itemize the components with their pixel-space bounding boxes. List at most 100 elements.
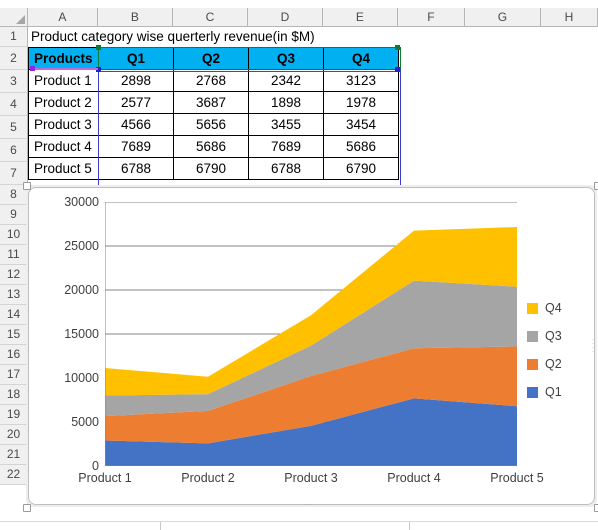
cell-product-name[interactable]: Product 4	[29, 136, 99, 158]
row-header-13[interactable]: 13	[0, 285, 28, 305]
y-axis-label: 30000	[64, 195, 99, 209]
cell-a1-title[interactable]: Product category wise querterly revenue(…	[28, 27, 448, 47]
y-axis-label: 15000	[64, 327, 99, 341]
y-axis-tick-labels: 050001000015000200002500030000	[29, 202, 99, 466]
cell-value[interactable]: 6790	[174, 158, 249, 180]
column-header-b[interactable]: B	[98, 8, 173, 27]
legend-swatch-icon	[527, 331, 538, 342]
cell-product-name[interactable]: Product 1	[29, 70, 99, 92]
cell-product-name[interactable]: Product 2	[29, 92, 99, 114]
plot-area	[105, 202, 517, 466]
cell-value[interactable]: 2768	[174, 70, 249, 92]
select-all-corner[interactable]	[0, 8, 28, 27]
x-axis-label: Product 4	[387, 471, 441, 485]
cell-value[interactable]: 3687	[174, 92, 249, 114]
row-header-6[interactable]: 6	[0, 139, 28, 162]
cell-product-name[interactable]: Product 5	[29, 158, 99, 180]
row-header-7[interactable]: 7	[0, 162, 28, 185]
cell-value[interactable]: 7689	[249, 136, 324, 158]
cell-value[interactable]: 2898	[99, 70, 174, 92]
y-axis-label: 10000	[64, 371, 99, 385]
row-header-8[interactable]: 8	[0, 185, 28, 205]
row-header-3[interactable]: 3	[0, 70, 28, 93]
legend-item-q3[interactable]: Q3	[527, 322, 589, 350]
area-chart-object[interactable]: 050001000015000200002500030000 Product 1…	[28, 187, 595, 505]
select-all-triangle-icon	[16, 15, 25, 24]
legend-item-q1[interactable]: Q1	[527, 378, 589, 406]
table-row: Product 34566565634553454	[29, 114, 399, 136]
stacked-area-svg	[105, 202, 517, 466]
table-header-products[interactable]: Products	[29, 48, 99, 70]
chart-legend[interactable]: Q4 Q3 Q2 Q1	[527, 294, 589, 406]
table-header-q1[interactable]: Q1	[99, 48, 174, 70]
row-header-2[interactable]: 2	[0, 47, 28, 70]
x-axis-label: Product 3	[284, 471, 338, 485]
legend-label: Q3	[545, 329, 562, 343]
cell-value[interactable]: 5686	[174, 136, 249, 158]
cell-product-name[interactable]: Product 3	[29, 114, 99, 136]
row-header-18[interactable]: 18	[0, 385, 28, 405]
row-header-21[interactable]: 21	[0, 445, 28, 465]
cell-value[interactable]: 5686	[324, 136, 399, 158]
cell-value[interactable]: 3123	[324, 70, 399, 92]
row-header-15[interactable]: 15	[0, 325, 28, 345]
table-header-q4[interactable]: Q4	[324, 48, 399, 70]
table-header-q2[interactable]: Q2	[174, 48, 249, 70]
column-header-bar: ABCDEFGH	[0, 8, 598, 27]
column-header-c[interactable]: C	[173, 8, 248, 27]
row-header-5[interactable]: 5	[0, 116, 28, 139]
legend-item-q4[interactable]: Q4	[527, 294, 589, 322]
row-header-14[interactable]: 14	[0, 305, 28, 325]
table-row: Product 12898276823423123	[29, 70, 399, 92]
row-header-12[interactable]: 12	[0, 265, 28, 285]
sheet-tab-strip	[0, 521, 598, 530]
column-header-f[interactable]: F	[398, 8, 465, 27]
cell-value[interactable]: 5656	[174, 114, 249, 136]
y-axis-label: 5000	[71, 415, 99, 429]
column-header-e[interactable]: E	[323, 8, 398, 27]
cell-value[interactable]: 3454	[324, 114, 399, 136]
row-header-19[interactable]: 19	[0, 405, 28, 425]
legend-swatch-icon	[527, 359, 538, 370]
cell-value[interactable]: 7689	[99, 136, 174, 158]
y-axis-label: 25000	[64, 239, 99, 253]
x-axis-tick-labels: Product 1Product 2Product 3Product 4Prod…	[105, 471, 517, 489]
row-header-9[interactable]: 9	[0, 205, 28, 225]
row-header-4[interactable]: 4	[0, 93, 28, 116]
x-axis-label: Product 5	[490, 471, 544, 485]
row-header-22[interactable]: 22	[0, 465, 28, 485]
row-header-10[interactable]: 10	[0, 225, 28, 245]
legend-label: Q1	[545, 385, 562, 399]
legend-swatch-icon	[527, 387, 538, 398]
cell-value[interactable]: 4566	[99, 114, 174, 136]
row-header-16[interactable]: 16	[0, 345, 28, 365]
x-axis-label: Product 2	[181, 471, 235, 485]
legend-label: Q2	[545, 357, 562, 371]
table-header-q3[interactable]: Q3	[249, 48, 324, 70]
cell-value[interactable]: 2577	[99, 92, 174, 114]
cell-value[interactable]: 1898	[249, 92, 324, 114]
column-header-d[interactable]: D	[248, 8, 323, 27]
table-row: Product 56788679067886790	[29, 158, 399, 180]
cell-value[interactable]: 6788	[249, 158, 324, 180]
chart-canvas: 050001000015000200002500030000 Product 1…	[29, 188, 594, 504]
row-header-11[interactable]: 11	[0, 245, 28, 265]
cell-value[interactable]: 6790	[324, 158, 399, 180]
cell-value[interactable]: 3455	[249, 114, 324, 136]
cell-value[interactable]: 6788	[99, 158, 174, 180]
column-header-h[interactable]: H	[541, 8, 598, 27]
row-header-17[interactable]: 17	[0, 365, 28, 385]
x-axis-label: Product 1	[78, 471, 132, 485]
table-header-row: ProductsQ1Q2Q3Q4	[29, 48, 399, 70]
legend-label: Q4	[545, 301, 562, 315]
row-header-20[interactable]: 20	[0, 425, 28, 445]
column-header-a[interactable]: A	[28, 8, 98, 27]
spreadsheet-window: ABCDEFGH 1234567891011121314151617181920…	[0, 0, 598, 530]
cell-value[interactable]: 1978	[324, 92, 399, 114]
sheet-tab[interactable]	[160, 522, 410, 530]
cell-value[interactable]: 2342	[249, 70, 324, 92]
row-header-1[interactable]: 1	[0, 27, 28, 47]
column-header-g[interactable]: G	[465, 8, 541, 27]
y-axis-label: 20000	[64, 283, 99, 297]
legend-item-q2[interactable]: Q2	[527, 350, 589, 378]
